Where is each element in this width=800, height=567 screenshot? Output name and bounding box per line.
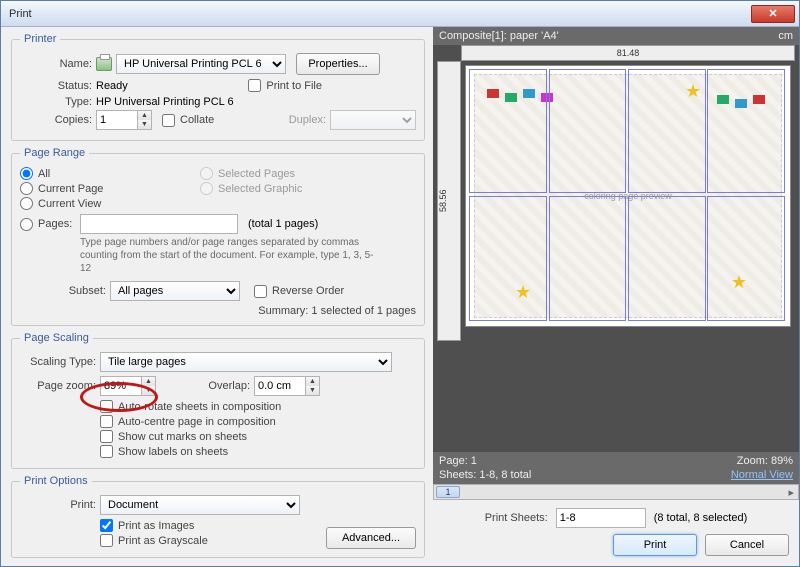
properties-button[interactable]: Properties... (296, 53, 380, 75)
print-sheets-info: (8 total, 8 selected) (654, 512, 748, 524)
print-what-select[interactable]: Document (100, 495, 300, 515)
auto-centre-check[interactable]: Auto-centre page in composition (100, 415, 416, 428)
print-button[interactable]: Print (613, 534, 697, 556)
range-summary: Summary: 1 selected of 1 pages (20, 305, 416, 317)
preview-area: 81.48 58.56 ★ ★ ★ coloring page p (433, 45, 799, 345)
scaling-type-label: Scaling Type: (20, 356, 96, 368)
show-labels-check[interactable]: Show labels on sheets (100, 445, 416, 458)
pages-hint: Type page numbers and/or page ranges sep… (80, 236, 380, 275)
page-range-legend: Page Range (20, 147, 89, 159)
status-value: Ready (96, 80, 128, 92)
name-label: Name: (20, 58, 92, 70)
close-icon: ✕ (768, 7, 777, 20)
print-options-legend: Print Options (20, 475, 92, 487)
copies-spinner[interactable]: ▲▼ (96, 110, 152, 130)
pages-input[interactable] (80, 214, 238, 234)
overlap-label: Overlap: (190, 380, 250, 392)
page-scaling-legend: Page Scaling (20, 332, 93, 344)
preview-title: Composite[1]: paper 'A4' (439, 30, 559, 42)
printer-icon (96, 57, 112, 71)
radio-pages[interactable]: Pages: (20, 218, 76, 231)
ruler-left: 58.56 (437, 61, 461, 341)
total-pages: (total 1 pages) (248, 218, 318, 230)
subset-select[interactable]: All pages (110, 281, 240, 301)
close-button[interactable]: ✕ (751, 5, 795, 23)
preview-units: cm (778, 30, 793, 42)
collate-check[interactable]: Collate (162, 114, 214, 127)
radio-current-view[interactable]: Current View (20, 197, 160, 210)
printer-group: Printer Name: HP Universal Printing PCL … (11, 33, 425, 141)
type-label: Type: (20, 96, 92, 108)
show-cut-check[interactable]: Show cut marks on sheets (100, 430, 416, 443)
print-as-images-check[interactable]: Print as Images (100, 519, 326, 532)
overlap-spinner[interactable]: ▲▼ (254, 376, 320, 396)
page-zoom-label: Page zoom: (20, 380, 96, 392)
radio-selected-graphic: Selected Graphic (200, 182, 302, 195)
subset-label: Subset: (50, 285, 106, 297)
reverse-order-check[interactable]: Reverse Order (254, 285, 344, 298)
preview-canvas[interactable]: ★ ★ ★ coloring page preview (465, 65, 791, 327)
type-value: HP Universal Printing PCL 6 (96, 96, 234, 108)
preview-status: Page: 1 Zoom: 89% Sheets: 1-8, 8 total N… (433, 452, 799, 484)
duplex-label: Duplex: (289, 114, 326, 126)
window-title: Print (5, 8, 751, 20)
print-as-grayscale-check[interactable]: Print as Grayscale (100, 534, 326, 547)
scroll-arrow-icon[interactable]: ▸ (788, 486, 794, 499)
print-dialog: Print ✕ Printer Name: HP Universal Print… (0, 0, 800, 567)
preview-scrollbar[interactable]: 1 ▸ (433, 484, 799, 500)
cancel-button[interactable]: Cancel (705, 534, 789, 556)
print-to-file-check[interactable]: Print to File (248, 79, 322, 92)
advanced-button[interactable]: Advanced... (326, 527, 416, 549)
preview-header: Composite[1]: paper 'A4' cm (433, 27, 799, 45)
status-page: Page: 1 (439, 455, 477, 467)
print-options-group: Print Options Print: Document Print as I… (11, 475, 425, 558)
status-zoom: Zoom: 89% (737, 455, 793, 467)
scroll-thumb[interactable]: 1 (436, 486, 460, 498)
radio-current-page[interactable]: Current Page (20, 182, 160, 195)
page-scaling-group: Page Scaling Scaling Type: Tile large pa… (11, 332, 425, 469)
scaling-type-select[interactable]: Tile large pages (100, 352, 392, 372)
copies-label: Copies: (20, 114, 92, 126)
radio-all[interactable]: All (20, 167, 160, 180)
normal-view-link[interactable]: Normal View (731, 469, 793, 481)
ruler-top: 81.48 (461, 45, 795, 61)
status-sheets: Sheets: 1-8, 8 total (439, 469, 531, 481)
page-zoom-spinner[interactable]: ▲▼ (100, 376, 156, 396)
printer-select[interactable]: HP Universal Printing PCL 6 (116, 54, 286, 74)
radio-selected-pages: Selected Pages (200, 167, 302, 180)
printer-legend: Printer (20, 33, 60, 45)
print-sheets-label: Print Sheets: (485, 512, 548, 524)
status-label: Status: (20, 80, 92, 92)
titlebar: Print ✕ (1, 1, 799, 27)
page-range-group: Page Range All Current Page Current View… (11, 147, 425, 326)
print-what-label: Print: (20, 499, 96, 511)
print-sheets-input[interactable] (556, 508, 646, 528)
auto-rotate-check[interactable]: Auto-rotate sheets in composition (100, 400, 416, 413)
duplex-select (330, 110, 416, 130)
